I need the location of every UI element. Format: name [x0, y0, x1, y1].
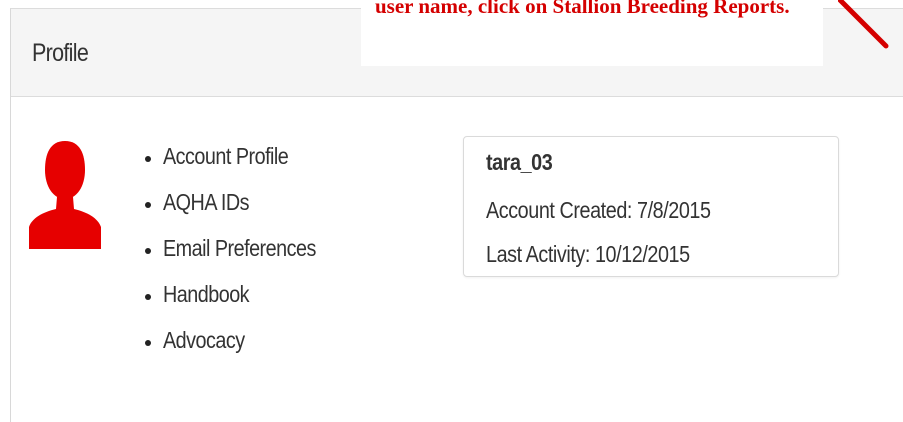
nav-item-label[interactable]: Email Preferences	[163, 235, 316, 262]
nav-item-label[interactable]: Account Profile	[163, 143, 289, 170]
avatar	[29, 139, 101, 254]
panel-title: Profile	[32, 39, 89, 67]
profile-nav: Account Profile AQHA IDs Email Preferenc…	[141, 143, 341, 373]
nav-item-label[interactable]: Handbook	[163, 281, 250, 308]
instruction-callout: user name, click on Stallion Breeding Re…	[361, 0, 823, 66]
nav-item-account-profile[interactable]: Account Profile	[141, 143, 341, 189]
instruction-text: user name, click on Stallion Breeding Re…	[375, 0, 790, 18]
username: tara_03	[486, 149, 553, 175]
bullet-icon	[145, 340, 151, 346]
bullet-icon	[145, 202, 151, 208]
account-card: tara_03 Account Created: 7/8/2015 Last A…	[463, 136, 839, 277]
last-activity: Last Activity: 10/12/2015	[486, 241, 690, 267]
bullet-icon	[145, 156, 151, 162]
nav-item-label[interactable]: Advocacy	[163, 327, 245, 354]
nav-item-label[interactable]: AQHA IDs	[163, 189, 250, 216]
arrow-icon	[838, 0, 889, 49]
bullet-icon	[145, 248, 151, 254]
nav-item-handbook[interactable]: Handbook	[141, 281, 341, 327]
bullet-icon	[145, 294, 151, 300]
nav-item-aqha-ids[interactable]: AQHA IDs	[141, 189, 341, 235]
nav-item-advocacy[interactable]: Advocacy	[141, 327, 341, 373]
account-created: Account Created: 7/8/2015	[486, 197, 711, 223]
profile-panel: Profile Account Profile AQHA IDs Email P…	[10, 8, 903, 422]
nav-item-email-preferences[interactable]: Email Preferences	[141, 235, 341, 281]
user-silhouette-icon	[29, 141, 101, 249]
